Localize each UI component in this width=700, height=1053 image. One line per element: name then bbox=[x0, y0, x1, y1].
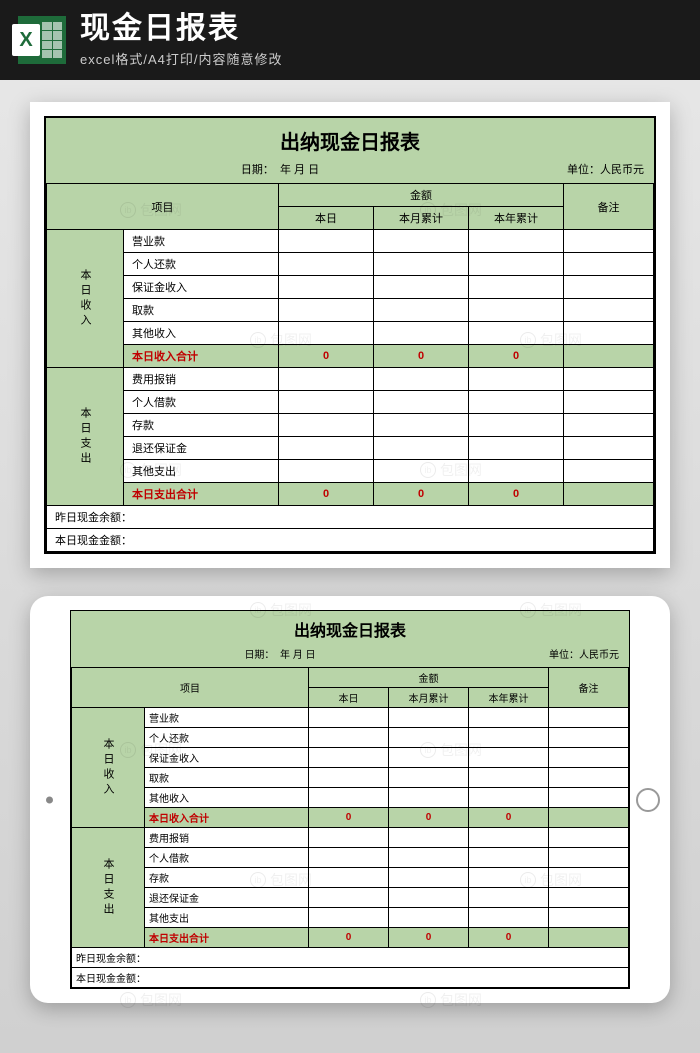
th-amount: 金额 bbox=[309, 668, 549, 688]
unit-label: 单位：人民币元 bbox=[479, 646, 619, 661]
th-today: 本日 bbox=[309, 688, 389, 708]
row-label: 其他收入 bbox=[124, 322, 279, 345]
spreadsheet-preview: 出纳现金日报表 日期： 年 月 日 单位：人民币元 项目 金额 备注 本日 本月… bbox=[30, 102, 670, 568]
row-label: 取款 bbox=[145, 768, 309, 788]
row-label: 退还保证金 bbox=[124, 437, 279, 460]
row-label: 其他支出 bbox=[124, 460, 279, 483]
th-project: 项目 bbox=[72, 668, 309, 708]
th-today: 本日 bbox=[279, 207, 374, 230]
yesterday-balance: 昨日现金余额： bbox=[47, 506, 654, 529]
sum-val: 0 bbox=[469, 928, 549, 948]
today-balance: 本日现金金额： bbox=[47, 529, 654, 552]
row-label: 取款 bbox=[124, 299, 279, 322]
date-row: 日期： 年 月 日 单位：人民币元 bbox=[71, 644, 629, 667]
date-label: 日期： bbox=[241, 164, 274, 176]
sum-val: 0 bbox=[389, 928, 469, 948]
row-label: 个人还款 bbox=[145, 728, 309, 748]
expense-sum-label: 本日支出合计 bbox=[145, 928, 309, 948]
unit-label: 单位：人民币元 bbox=[504, 161, 644, 177]
sum-val: 0 bbox=[389, 808, 469, 828]
expense-sum-label: 本日支出合计 bbox=[124, 483, 279, 506]
sum-val: 0 bbox=[469, 808, 549, 828]
row-label: 个人还款 bbox=[124, 253, 279, 276]
row-label: 个人借款 bbox=[124, 391, 279, 414]
row-label: 营业款 bbox=[145, 708, 309, 728]
row-label: 保证金收入 bbox=[124, 276, 279, 299]
date-value: 年 月 日 bbox=[280, 650, 316, 661]
income-section-label: 本日收入 bbox=[72, 708, 145, 828]
report-table: 项目 金额 备注 本日 本月累计 本年累计 本日收入 营业款 个人还款 保证金收… bbox=[46, 183, 654, 552]
income-section-label: 本日收入 bbox=[47, 230, 124, 368]
th-amount: 金额 bbox=[279, 184, 564, 207]
row-label: 营业款 bbox=[124, 230, 279, 253]
yesterday-balance: 昨日现金余额： bbox=[72, 948, 629, 968]
sum-val: 0 bbox=[309, 928, 389, 948]
expense-section-label: 本日支出 bbox=[72, 828, 145, 948]
row-label: 费用报销 bbox=[145, 828, 309, 848]
sum-val: 0 bbox=[309, 808, 389, 828]
th-month: 本月累计 bbox=[389, 688, 469, 708]
th-remark: 备注 bbox=[549, 668, 629, 708]
th-month: 本月累计 bbox=[374, 207, 469, 230]
sheet-title: 出纳现金日报表 bbox=[46, 118, 654, 159]
today-balance: 本日现金金额： bbox=[72, 968, 629, 988]
date-row: 日期： 年 月 日 单位：人民币元 bbox=[46, 159, 654, 183]
row-label: 退还保证金 bbox=[145, 888, 309, 908]
tablet-preview: 出纳现金日报表 日期： 年 月 日 单位：人民币元 项目 金额 备注 本日 本月… bbox=[30, 596, 670, 1003]
th-remark: 备注 bbox=[564, 184, 654, 230]
excel-icon bbox=[18, 16, 66, 64]
row-label: 其他收入 bbox=[145, 788, 309, 808]
income-sum-label: 本日收入合计 bbox=[124, 345, 279, 368]
sum-val: 0 bbox=[279, 345, 374, 368]
header-banner: 现金日报表 excel格式/A4打印/内容随意修改 bbox=[0, 0, 700, 80]
sum-val: 0 bbox=[374, 345, 469, 368]
th-project: 项目 bbox=[47, 184, 279, 230]
date-label: 日期： bbox=[244, 650, 274, 661]
page-title: 现金日报表 bbox=[80, 12, 682, 45]
th-year: 本年累计 bbox=[469, 207, 564, 230]
sum-val: 0 bbox=[374, 483, 469, 506]
sum-val: 0 bbox=[469, 345, 564, 368]
page-subtitle: excel格式/A4打印/内容随意修改 bbox=[80, 49, 682, 68]
header-text: 现金日报表 excel格式/A4打印/内容随意修改 bbox=[80, 12, 682, 68]
report-table: 项目 金额 备注 本日 本月累计 本年累计 本日收入 营业款 个人还款 保证金收… bbox=[71, 667, 629, 988]
row-label: 个人借款 bbox=[145, 848, 309, 868]
sheet-title: 出纳现金日报表 bbox=[71, 611, 629, 644]
date-value: 年 月 日 bbox=[280, 164, 319, 176]
row-label: 保证金收入 bbox=[145, 748, 309, 768]
row-label: 费用报销 bbox=[124, 368, 279, 391]
income-sum-label: 本日收入合计 bbox=[145, 808, 309, 828]
sum-val: 0 bbox=[469, 483, 564, 506]
row-label: 存款 bbox=[145, 868, 309, 888]
row-label: 存款 bbox=[124, 414, 279, 437]
sum-val: 0 bbox=[279, 483, 374, 506]
th-year: 本年累计 bbox=[469, 688, 549, 708]
row-label: 其他支出 bbox=[145, 908, 309, 928]
expense-section-label: 本日支出 bbox=[47, 368, 124, 506]
